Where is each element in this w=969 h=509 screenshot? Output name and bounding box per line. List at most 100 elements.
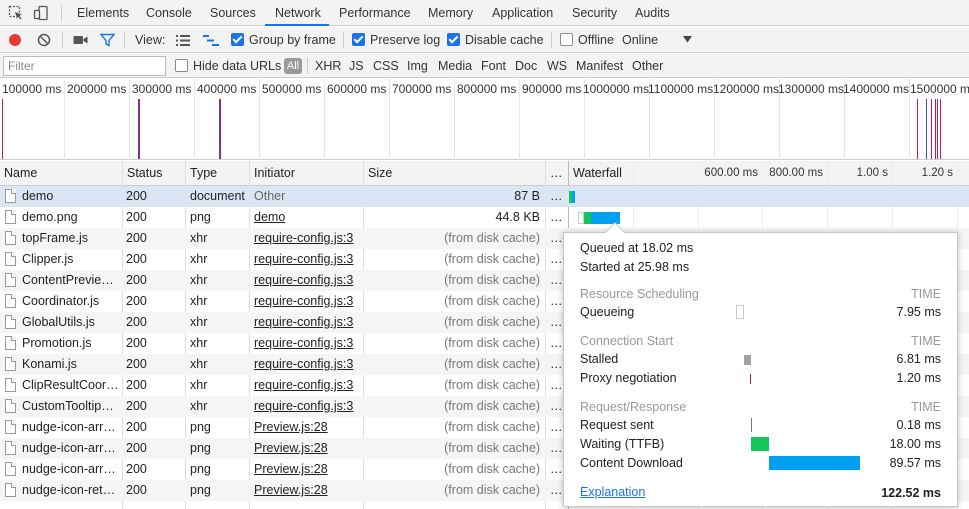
filter-other-button[interactable]: Other — [632, 54, 663, 78]
tab-elements[interactable]: Elements — [77, 0, 129, 26]
request-name[interactable]: nudge-icon-ret… — [22, 480, 122, 501]
time-column-header: TIME — [911, 334, 941, 348]
disable-cache-label[interactable]: Disable cache — [465, 27, 544, 53]
table-row[interactable]: demo.png 200 png demo 44.8 KB … — [0, 207, 969, 228]
request-name[interactable]: nudge-icon-arr… — [22, 438, 122, 459]
total-time-value: 122.52 ms — [881, 486, 941, 500]
file-icon — [5, 336, 16, 350]
table-row[interactable]: demo 200 document Other 87 B … — [0, 186, 969, 207]
request-initiator-link[interactable]: require-config.js:3 — [254, 249, 364, 270]
column-header-initiator[interactable]: Initiator — [250, 161, 295, 186]
filter-xhr-button[interactable]: XHR — [315, 54, 341, 78]
request-name[interactable]: nudge-icon-arr… — [22, 459, 122, 480]
explanation-link[interactable]: Explanation — [580, 485, 645, 499]
request-initiator-link[interactable]: Preview.js:28 — [254, 459, 364, 480]
request-name[interactable]: GlobalUtils.js — [22, 312, 122, 333]
column-header-waterfall[interactable]: Waterfall — [569, 161, 622, 186]
overview-gridline — [64, 79, 65, 160]
tab-performance[interactable]: Performance — [339, 0, 411, 26]
request-name[interactable]: topFrame.js — [22, 228, 122, 249]
hide-data-urls-label[interactable]: Hide data URLs — [193, 54, 281, 78]
disable-cache-checkbox[interactable] — [447, 33, 460, 46]
request-initiator-link[interactable]: require-config.js:3 — [254, 354, 364, 375]
tab-console[interactable]: Console — [146, 0, 192, 26]
filter-css-button[interactable]: CSS — [373, 54, 399, 78]
column-header-status[interactable]: Status — [123, 161, 162, 186]
filter-manifest-button[interactable]: Manifest — [576, 54, 623, 78]
tab-audits[interactable]: Audits — [635, 0, 670, 26]
tab-network[interactable]: Network — [275, 0, 321, 26]
column-header-type[interactable]: Type — [186, 161, 217, 186]
group-by-frame-label[interactable]: Group by frame — [249, 27, 336, 53]
started-at-text: Started at 25.98 ms — [580, 260, 690, 274]
queued-at-text: Queued at 18.02 ms — [580, 241, 694, 255]
column-header-more[interactable]: … — [546, 161, 563, 186]
chevron-down-icon[interactable] — [683, 36, 692, 43]
filter-img-button[interactable]: Img — [407, 54, 428, 78]
overview-tick-label: 1200000 ms — [713, 82, 780, 96]
preserve-log-label[interactable]: Preserve log — [370, 27, 440, 53]
filter-funnel-icon[interactable] — [100, 33, 115, 47]
device-toolbar-icon[interactable] — [33, 5, 49, 21]
request-name[interactable]: CustomTooltip… — [22, 396, 122, 417]
filter-input[interactable] — [3, 56, 166, 76]
section-request-response: Request/Response — [580, 400, 687, 414]
filter-media-button[interactable]: Media — [438, 54, 472, 78]
request-name[interactable]: ContentPrevie… — [22, 270, 122, 291]
request-initiator-link[interactable]: require-config.js:3 — [254, 396, 364, 417]
request-status: 200 — [126, 399, 147, 413]
file-icon — [5, 420, 16, 434]
screenshot-camera-icon[interactable] — [73, 34, 88, 46]
filter-js-button[interactable]: JS — [349, 54, 364, 78]
request-size: (from disk cache) — [444, 294, 540, 308]
request-name[interactable]: nudge-icon-arr… — [22, 417, 122, 438]
request-initiator-link[interactable]: require-config.js:3 — [254, 228, 364, 249]
request-table-header: Name Status Type Initiator Size … Waterf… — [0, 161, 969, 186]
request-initiator-link[interactable]: Preview.js:28 — [254, 480, 364, 501]
offline-checkbox[interactable] — [560, 33, 573, 46]
request-name[interactable]: Konami.js — [22, 354, 122, 375]
request-name[interactable]: Promotion.js — [22, 333, 122, 354]
request-initiator-link[interactable]: demo — [254, 207, 364, 228]
request-initiator-link[interactable]: Preview.js:28 — [254, 417, 364, 438]
inspect-element-icon[interactable] — [8, 5, 24, 21]
tab-sources[interactable]: Sources — [210, 0, 256, 26]
list-view-icon[interactable] — [176, 35, 190, 46]
overview-gridline — [324, 79, 325, 160]
request-initiator-link[interactable]: require-config.js:3 — [254, 270, 364, 291]
file-icon — [5, 273, 16, 287]
request-initiator-link[interactable]: Preview.js:28 — [254, 438, 364, 459]
request-size: 44.8 KB — [495, 210, 540, 224]
request-name[interactable]: ClipResultCoor… — [22, 375, 122, 396]
hide-data-urls-checkbox[interactable] — [175, 59, 188, 72]
request-initiator-link[interactable]: require-config.js:3 — [254, 375, 364, 396]
tab-security[interactable]: Security — [572, 0, 617, 26]
request-name[interactable]: Coordinator.js — [22, 291, 122, 312]
group-by-frame-checkbox[interactable] — [231, 33, 244, 46]
filter-font-button[interactable]: Font — [481, 54, 506, 78]
column-header-size[interactable]: Size — [364, 161, 392, 186]
clear-icon[interactable] — [37, 33, 51, 47]
request-initiator-link[interactable]: require-config.js:3 — [254, 312, 364, 333]
preserve-log-checkbox[interactable] — [352, 33, 365, 46]
request-name[interactable]: demo — [22, 186, 122, 207]
record-icon[interactable] — [8, 33, 22, 47]
request-name[interactable]: Clipper.js — [22, 249, 122, 270]
filter-doc-button[interactable]: Doc — [515, 54, 537, 78]
column-header-name[interactable]: Name — [0, 161, 37, 186]
request-initiator-link[interactable]: require-config.js:3 — [254, 333, 364, 354]
filter-all-button[interactable]: All — [284, 58, 302, 74]
request-size: (from disk cache) — [444, 399, 540, 413]
network-overview-timeline[interactable]: 100000 ms 200000 ms 300000 ms 400000 ms … — [0, 79, 969, 160]
tab-application[interactable]: Application — [492, 0, 553, 26]
request-initiator-link[interactable]: require-config.js:3 — [254, 291, 364, 312]
overview-tick-label: 300000 ms — [132, 82, 192, 96]
request-name[interactable]: demo.png — [22, 207, 122, 228]
filter-ws-button[interactable]: WS — [547, 54, 567, 78]
tab-memory[interactable]: Memory — [428, 0, 473, 26]
request-size: (from disk cache) — [444, 357, 540, 371]
offline-label[interactable]: Offline — [578, 27, 614, 53]
overview-marker — [139, 99, 140, 159]
throttling-select[interactable]: Online — [622, 27, 658, 53]
waterfall-view-icon[interactable] — [203, 35, 219, 46]
